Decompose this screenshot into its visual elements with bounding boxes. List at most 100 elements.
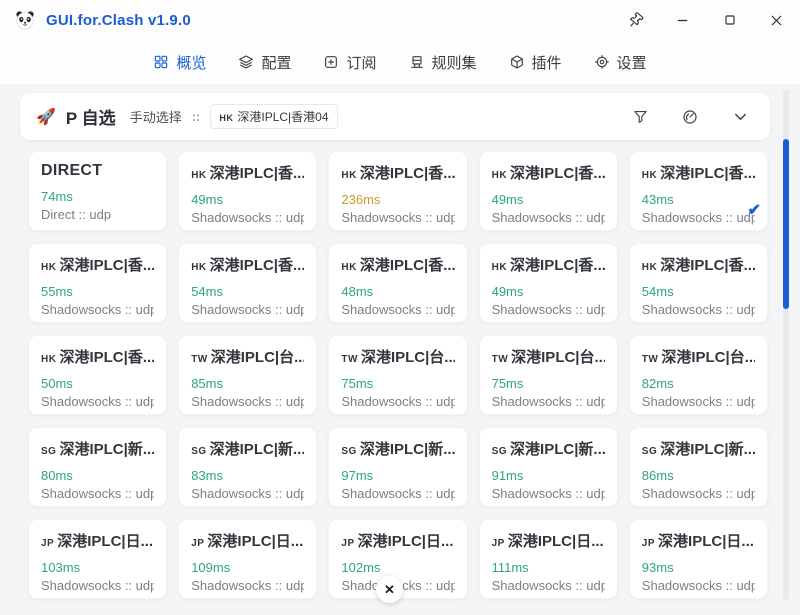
proxy-protocol: Shadowsocks :: udp [41,302,154,317]
proxy-region-prefix: TW [642,354,659,365]
proxy-card[interactable]: JP深港IPLC|日... 109ms Shadowsocks :: udp [178,519,317,599]
proxy-card[interactable]: HK深港IPLC|香... 43ms Shadowsocks :: udp ✔ [629,151,768,231]
proxy-title-text: 深港IPLC|台... [211,349,305,366]
filter-icon[interactable] [632,108,649,125]
proxy-latency: 82ms [642,376,755,391]
tab-label: 概览 [176,52,206,73]
proxy-title-text: 深港IPLC|新... [510,441,605,458]
proxy-card[interactable]: HK深港IPLC|香... 49ms Shadowsocks :: udp [479,243,618,323]
proxy-latency: 97ms [341,468,454,483]
proxy-title-text: 深港IPLC|香... [210,257,305,274]
proxy-card[interactable]: SG深港IPLC|新... 86ms Shadowsocks :: udp [629,427,768,507]
proxy-title-text: 深港IPLC|日... [207,533,303,550]
proxy-card[interactable]: SG深港IPLC|新... 80ms Shadowsocks :: udp [28,427,167,507]
proxy-region-prefix: HK [41,262,56,273]
maximize-icon[interactable] [706,0,753,40]
proxy-card[interactable]: TW深港IPLC|台... 85ms Shadowsocks :: udp [178,335,317,415]
proxy-name: SG深港IPLC|新... [341,438,454,459]
proxy-card[interactable]: TW深港IPLC|台... 82ms Shadowsocks :: udp [629,335,768,415]
proxy-title-text: 深港IPLC|香... [210,165,305,182]
proxy-card[interactable]: JP深港IPLC|日... 103ms Shadowsocks :: udp [28,519,167,599]
proxy-latency: 85ms [191,376,304,391]
proxy-latency: 111ms [492,560,605,575]
proxy-latency: 83ms [191,468,304,483]
proxy-region-prefix: JP [341,538,354,549]
proxy-name: HK深港IPLC|香... [41,346,154,367]
proxy-protocol: Shadowsocks :: udp [492,486,605,501]
proxy-card[interactable]: TW深港IPLC|台... 75ms Shadowsocks :: udp [328,335,467,415]
proxy-protocol: Shadowsocks :: udp [642,394,755,409]
proxy-title-text: 深港IPLC|日... [57,533,153,550]
proxy-protocol: Shadowsocks :: udp [642,210,755,225]
proxy-title-text: 深港IPLC|香... [59,257,154,274]
proxy-region-prefix: JP [191,538,204,549]
pin-icon[interactable] [612,0,659,40]
proxy-title-text: 深港IPLC|香... [59,349,154,366]
proxy-card[interactable]: TW深港IPLC|台... 75ms Shadowsocks :: udp [479,335,618,415]
proxy-name: SG深港IPLC|新... [642,438,755,459]
proxy-name: SG深港IPLC|新... [492,438,605,459]
app-title: GUI.for.Clash v1.9.0 [46,12,191,29]
tab-plugins[interactable]: 插件 [509,52,562,73]
speedtest-icon[interactable] [681,108,699,126]
proxy-title-text: 深港IPLC|日... [358,533,454,550]
proxy-card[interactable]: HK深港IPLC|香... 55ms Shadowsocks :: udp [28,243,167,323]
proxy-name: JP深港IPLC|日... [191,530,304,551]
proxy-title-text: 深港IPLC|新... [59,441,154,458]
proxy-protocol: Shadowsocks :: udp [191,302,304,317]
proxy-card[interactable]: HK深港IPLC|香... 49ms Shadowsocks :: udp [479,151,618,231]
proxy-title-text: 深港IPLC|新... [660,441,755,458]
proxy-region-prefix: TW [191,354,208,365]
minimize-icon[interactable] [659,0,706,40]
settings-gear-icon [594,54,610,70]
proxy-title-text: 深港IPLC|日... [508,533,604,550]
proxy-group-header[interactable]: 🚀 P 自选 手动选择 :: HK 深港IPLC|香港04 [20,93,770,140]
tab-settings[interactable]: 设置 [594,52,647,73]
proxy-name: TW深港IPLC|台... [642,346,755,367]
proxy-region-prefix: TW [341,354,358,365]
proxy-card[interactable]: SG深港IPLC|新... 91ms Shadowsocks :: udp [479,427,618,507]
proxy-region-prefix: HK [492,170,507,181]
proxy-region-prefix: JP [642,538,655,549]
proxy-grid: DIRECT 74ms Direct :: udp HK深港IPLC|香... … [28,151,768,599]
proxy-card[interactable]: HK深港IPLC|香... 48ms Shadowsocks :: udp [328,243,467,323]
proxy-latency: 54ms [191,284,304,299]
scrollbar-track[interactable] [783,89,789,601]
close-icon[interactable] [753,0,800,40]
collapse-group-button[interactable]: ✕ [376,576,403,603]
group-mode: 手动选择 [130,107,182,126]
proxy-card[interactable]: SG深港IPLC|新... 83ms Shadowsocks :: udp [178,427,317,507]
proxy-title-text: 深港IPLC|香... [360,257,455,274]
proxy-latency: 109ms [191,560,304,575]
chevron-down-icon[interactable] [731,107,750,126]
proxy-region-prefix: SG [41,446,56,457]
proxy-protocol: Shadowsocks :: udp [191,486,304,501]
proxy-card[interactable]: JP深港IPLC|日... 93ms Shadowsocks :: udp [629,519,768,599]
proxy-title-text: 深港IPLC|香... [660,165,755,182]
proxy-card[interactable]: HK 深港IPLC|香... 54ms Shadowsocks :: udp [178,243,317,323]
proxy-latency: 48ms [341,284,454,299]
tab-overview[interactable]: 概览 [153,52,206,73]
proxy-protocol: Shadowsocks :: udp [41,394,154,409]
main-content: 🚀 P 自选 手动选择 :: HK 深港IPLC|香港04 [0,84,800,615]
window-controls [612,0,800,40]
tab-profiles[interactable]: 配置 [238,52,291,73]
tab-rulesets[interactable]: 规则集 [409,52,477,73]
proxy-card[interactable]: HK深港IPLC|香... 50ms Shadowsocks :: udp [28,335,167,415]
proxy-card[interactable]: DIRECT 74ms Direct :: udp [28,151,167,231]
proxy-card[interactable]: HK深港IPLC|香... 54ms Shadowsocks :: udp [629,243,768,323]
proxy-card[interactable]: SG深港IPLC|新... 97ms Shadowsocks :: udp [328,427,467,507]
tab-label: 设置 [617,52,647,73]
proxy-region-prefix: HK [191,262,206,273]
proxy-title-text: 深港IPLC|新... [360,441,455,458]
tab-subscriptions[interactable]: 订阅 [323,52,376,73]
proxy-region-prefix: JP [492,538,505,549]
proxy-name: JP深港IPLC|日... [492,530,605,551]
proxy-card[interactable]: HK深港IPLC|香... 49ms Shadowsocks :: udp [178,151,317,231]
proxy-card[interactable]: JP深港IPLC|日... 111ms Shadowsocks :: udp [479,519,618,599]
scrollbar-thumb[interactable] [783,139,789,309]
proxy-name: HK深港IPLC|香... [642,254,755,275]
proxy-card[interactable]: HK深港IPLC|香... 236ms Shadowsocks :: udp [328,151,467,231]
proxy-protocol: Shadowsocks :: udp [341,210,454,225]
proxy-latency: 50ms [41,376,154,391]
